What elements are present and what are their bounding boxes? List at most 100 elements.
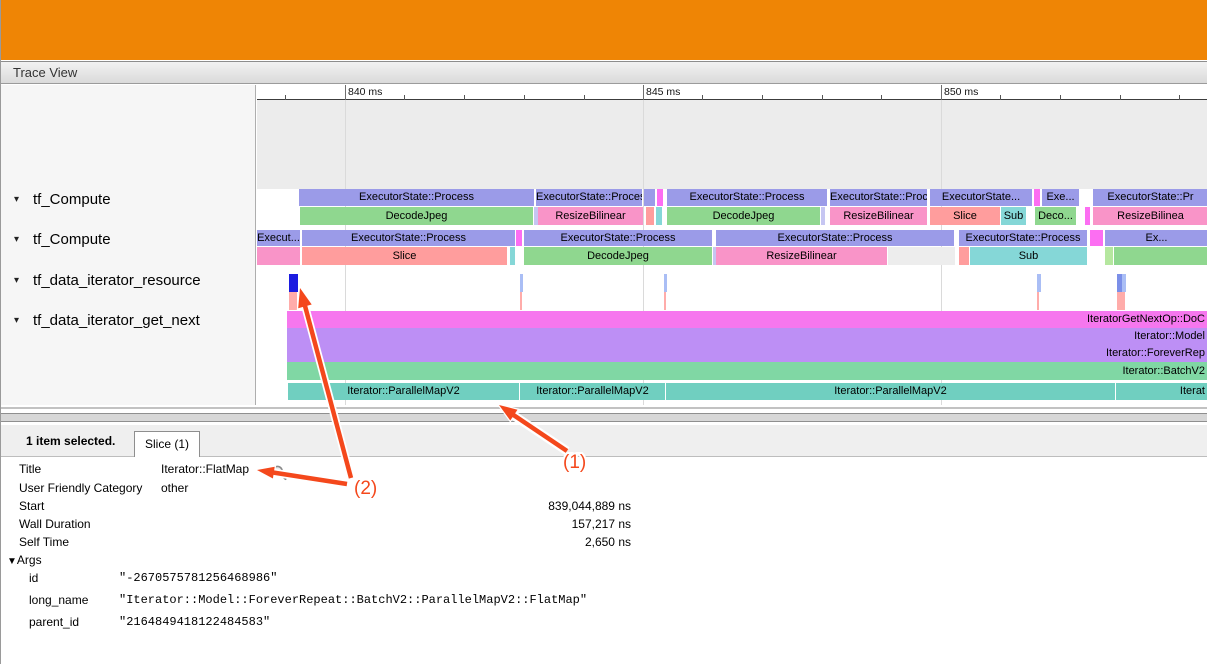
detail-row-self-time: Self Time2,650 ns <box>1 534 1207 550</box>
trace-slice[interactable]: DecodeJpeg <box>667 207 820 225</box>
collapse-triangle-icon[interactable]: ▾ <box>14 272 19 290</box>
trace-slice[interactable]: ResizeBilinear <box>716 247 887 265</box>
trace-slice[interactable] <box>520 274 523 292</box>
trace-slice[interactable]: ExecutorState::Process <box>830 189 927 206</box>
arg-key: parent_id <box>29 614 79 630</box>
trace-slice[interactable] <box>821 207 825 225</box>
trace-slice[interactable] <box>657 189 663 206</box>
detail-value: 839,044,889 ns <box>161 498 631 514</box>
trace-slice[interactable] <box>646 207 654 225</box>
track-label-text: tf_Compute <box>33 231 111 249</box>
arg-value: "-2670575781256468986" <box>119 570 277 586</box>
trace-slice[interactable]: DecodeJpeg <box>524 247 712 265</box>
trace-slice[interactable]: Execut... <box>257 230 300 246</box>
trace-slice[interactable] <box>1114 247 1207 265</box>
timeline[interactable]: 840 ms845 ms850 ms ExecutorState::Proces… <box>257 85 1207 405</box>
trace-slice[interactable] <box>257 247 300 265</box>
trace-slice[interactable]: ExecutorState... <box>930 189 1032 206</box>
time-ruler: 840 ms845 ms850 ms <box>257 85 1207 100</box>
track-label-tf_Compute[interactable]: ▾ tf_Compute <box>1 231 256 249</box>
trace-slice[interactable]: ExecutorState::Process <box>667 189 827 206</box>
trace-main-area: ▾tf_Compute▾tf_Compute▾tf_data_iterator_… <box>1 85 1207 405</box>
args-header[interactable]: ▼Args <box>7 552 42 570</box>
detail-row-wall-duration: Wall Duration 157,217 ns <box>1 516 1207 532</box>
trace-slice[interactable]: Iterator::BatchV2 <box>287 362 1207 380</box>
trace-slice[interactable]: ExecutorState::Pr <box>1093 189 1207 206</box>
detail-label: Wall Duration <box>19 516 91 532</box>
trace-slice[interactable]: Iterator::ParallelMapV2 <box>288 383 519 400</box>
trace-slice[interactable] <box>664 292 666 310</box>
ruler-tick-label: 840 ms <box>348 86 382 98</box>
detail-value: 2,650 ns <box>161 534 631 550</box>
trace-slice[interactable]: ResizeBilinear <box>538 207 643 225</box>
trace-slice[interactable] <box>1117 292 1125 310</box>
trace-slice[interactable]: Iterator::ParallelMapV2 <box>520 383 665 400</box>
trace-slice[interactable] <box>656 207 662 225</box>
trace-slice[interactable]: ExecutorState::Process <box>959 230 1087 246</box>
top-accent-bar <box>1 0 1207 60</box>
trace-slice[interactable] <box>959 247 969 265</box>
splitter-drag-handle[interactable] <box>1 413 1207 422</box>
trace-slice[interactable] <box>520 292 522 310</box>
tab-slice[interactable]: Slice (1) <box>134 431 200 457</box>
arg-key: long_name <box>29 592 88 608</box>
detail-row-user-friendly-category: User Friendly Categoryother <box>1 480 1207 496</box>
trace-slice[interactable]: ExecutorState::Process <box>299 189 534 206</box>
trace-slice[interactable] <box>1085 207 1090 225</box>
trace-slice[interactable] <box>1034 189 1040 206</box>
analysis-panel-header: 1 item selected. Slice (1) <box>1 425 1207 457</box>
trace-slice[interactable] <box>510 247 515 265</box>
track-label-tf_data_iterator_resource[interactable]: ▾tf_data_iterator_resource <box>1 272 256 290</box>
trace-slice[interactable]: Iterat <box>1116 383 1207 400</box>
slice-details-panel: TitleIterator::FlatMapUser Friendly Cate… <box>1 457 1207 664</box>
collapse-triangle-icon[interactable]: ▾ <box>14 312 19 330</box>
trace-slice[interactable]: DecodeJpeg <box>300 207 533 225</box>
trace-slice[interactable] <box>888 247 955 265</box>
trace-slice[interactable]: ExecutorState::Process <box>302 230 515 246</box>
trace-slice[interactable]: ExecutorState::Process <box>716 230 954 246</box>
ruler-major-tick <box>643 85 644 100</box>
trace-slice[interactable] <box>289 292 297 310</box>
trace-slice[interactable] <box>1105 247 1113 265</box>
detail-value: 157,217 ns <box>161 516 631 532</box>
ruler-major-tick <box>941 85 942 100</box>
track-label-panel: ▾tf_Compute▾tf_Compute▾tf_data_iterator_… <box>1 85 256 405</box>
trace-slice[interactable] <box>1090 230 1103 246</box>
trace-slice[interactable]: Slice <box>930 207 1000 225</box>
trace-slice[interactable]: ResizeBilinea <box>1093 207 1207 225</box>
empty-track-region <box>257 100 1207 189</box>
trace-slice[interactable]: IteratorGetNextOp::DoC <box>287 311 1207 328</box>
trace-slice[interactable]: Iterator::Model <box>287 328 1207 345</box>
collapse-triangle-icon[interactable]: ▾ <box>14 191 19 209</box>
trace-slice[interactable] <box>1037 274 1041 292</box>
trace-slice[interactable]: Ex... <box>1105 230 1207 246</box>
args-collapse-icon[interactable]: ▼ <box>7 556 17 567</box>
ruler-minor-tick <box>1120 95 1121 100</box>
trace-slice[interactable] <box>1122 274 1126 292</box>
trace-slice[interactable]: ResizeBilinear <box>830 207 927 225</box>
trace-slice[interactable]: Sub <box>970 247 1087 265</box>
trace-slice[interactable] <box>644 189 655 206</box>
args-header-text: Args <box>17 553 42 567</box>
ruler-minor-tick <box>881 95 882 100</box>
arg-value: "Iterator::Model::ForeverRepeat::BatchV2… <box>119 592 587 608</box>
trace-slice[interactable]: Iterator::ForeverRep <box>287 345 1207 362</box>
track-label-tf_data_iterator_get_next[interactable]: ▾tf_data_iterator_get_next <box>1 312 256 330</box>
trace-slice[interactable]: Sub <box>1001 207 1026 225</box>
trace-slice[interactable] <box>1037 292 1039 310</box>
trace-slice[interactable]: Exe... <box>1042 189 1079 206</box>
track-label-tf_Compute[interactable]: ▾tf_Compute <box>1 191 256 209</box>
trace-slice[interactable]: ExecutorState::Process <box>524 230 712 246</box>
ruler-minor-tick <box>584 95 585 100</box>
detail-value: Iterator::FlatMap <box>161 461 631 477</box>
collapse-triangle-icon[interactable]: ▾ <box>14 231 19 249</box>
trace-slice[interactable] <box>516 230 522 246</box>
trace-slice[interactable]: Deco... <box>1035 207 1076 225</box>
trace-slice[interactable]: Iterator::ParallelMapV2 <box>666 383 1115 400</box>
selection-status: 1 item selected. <box>26 434 115 448</box>
trace-slice[interactable] <box>289 274 298 292</box>
trace-slice[interactable]: ExecutorState::Process <box>536 189 642 206</box>
trace-slice[interactable]: Slice <box>302 247 507 265</box>
args-section-header[interactable]: ▼Args <box>1 552 1207 568</box>
trace-slice[interactable] <box>664 274 667 292</box>
